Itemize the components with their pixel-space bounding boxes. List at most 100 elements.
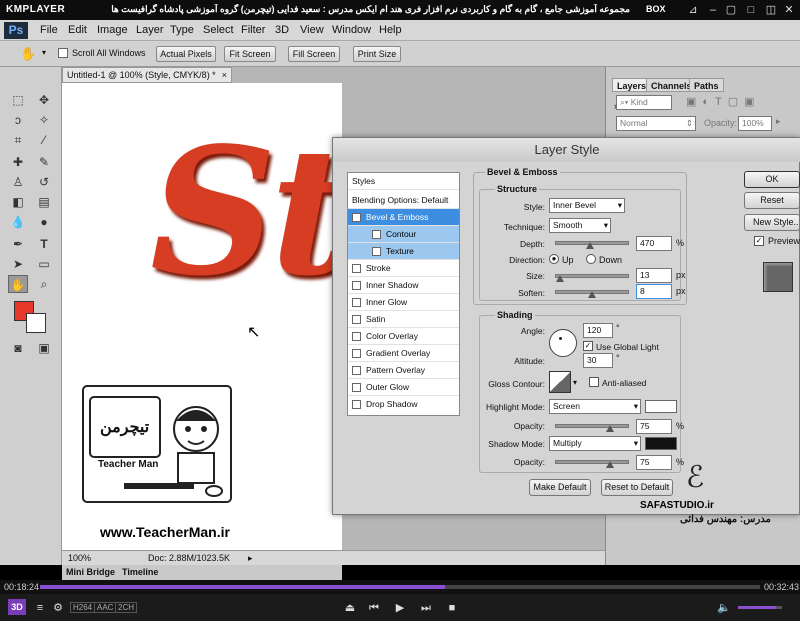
slider-handle[interactable] [555, 275, 564, 282]
healing-brush-icon[interactable]: ✚ [8, 153, 28, 171]
tab-paths[interactable]: Paths [689, 78, 724, 92]
soften-field[interactable]: 8 [636, 284, 672, 299]
previous-icon[interactable]: ⏮ [366, 601, 382, 615]
style-item-color-overlay[interactable]: Color Overlay [348, 328, 459, 345]
history-brush-icon[interactable]: ↺ [34, 173, 54, 191]
style-item-texture[interactable]: Texture [348, 243, 459, 260]
box-button[interactable]: BOX [646, 4, 666, 14]
style-item-pattern-overlay[interactable]: Pattern Overlay [348, 362, 459, 379]
global-light-checkbox[interactable]: ✓ [583, 341, 593, 351]
kind-filter-dropdown[interactable]: ⌕▾ Kind [616, 95, 672, 110]
checkbox-icon[interactable] [352, 383, 361, 392]
document-tab[interactable]: Untitled-1 @ 100% (Style, CMYK/8) * × [62, 67, 232, 83]
highlight-color-swatch[interactable] [645, 400, 677, 413]
move-tool-icon[interactable]: ✥ [34, 91, 54, 109]
style-item-satin[interactable]: Satin [348, 311, 459, 328]
checkbox-icon[interactable] [352, 281, 361, 290]
shadow-opacity-field[interactable]: 75 [636, 455, 672, 470]
checkbox-icon[interactable] [372, 247, 381, 256]
altitude-field[interactable]: 30 [583, 353, 613, 368]
maximize-icon[interactable]: □ [744, 3, 758, 17]
actual-pixels-button[interactable]: Actual Pixels [156, 46, 216, 62]
stop-icon[interactable]: ■ [444, 601, 460, 615]
checkbox-icon[interactable] [372, 230, 381, 239]
style-item-stroke[interactable]: Stroke [348, 260, 459, 277]
depth-field[interactable]: 470 [636, 236, 672, 251]
layer-opacity-arrow-icon[interactable]: ▸ [776, 116, 781, 127]
menu-window[interactable]: Window [332, 24, 371, 36]
tool-preset-dropdown-icon[interactable]: ▾ [42, 48, 46, 57]
checkbox-icon[interactable] [352, 264, 361, 273]
soften-slider[interactable] [555, 290, 629, 298]
blend-mode-dropdown[interactable]: Normal ⇕ [616, 116, 696, 131]
brush-tool-icon[interactable]: ✎ [34, 153, 54, 171]
dodge-tool-icon[interactable]: ● [34, 213, 54, 231]
settings-icon[interactable]: ⚙ [50, 601, 66, 615]
new-style-button[interactable]: New Style... [744, 214, 800, 231]
next-icon[interactable]: ⏭ [418, 601, 434, 615]
style-item-drop-shadow[interactable]: Drop Shadow [348, 396, 459, 413]
checkbox-icon[interactable] [352, 366, 361, 375]
menu-filter[interactable]: Filter [241, 24, 265, 36]
reset-to-default-button[interactable]: Reset to Default [601, 479, 673, 496]
pin-icon[interactable]: ⊿ [686, 3, 700, 17]
angle-dial[interactable] [549, 329, 577, 357]
gradient-tool-icon[interactable]: ▤ [34, 193, 54, 211]
volume-icon[interactable]: 🔈 [716, 601, 732, 615]
style-item-gradient-overlay[interactable]: Gradient Overlay [348, 345, 459, 362]
screen-mode-icon[interactable]: ▣ [34, 339, 54, 357]
menu-select[interactable]: Select [203, 24, 234, 36]
checkbox-icon[interactable] [352, 349, 361, 358]
shape-tool-icon[interactable]: ▭ [34, 255, 54, 273]
pen-tool-icon[interactable]: ✒ [8, 235, 28, 253]
styles-header[interactable]: Styles [348, 173, 459, 190]
play-icon[interactable]: ▶ [392, 601, 408, 615]
menu-view[interactable]: View [300, 24, 324, 36]
menu-layer[interactable]: Layer [136, 24, 164, 36]
slider-handle[interactable] [606, 425, 614, 432]
style-item-contour[interactable]: Contour [348, 226, 459, 243]
checkbox-icon[interactable] [352, 400, 361, 409]
scroll-all-checkbox[interactable] [58, 48, 68, 58]
blur-tool-icon[interactable]: 💧 [8, 213, 28, 231]
checkbox-checked-icon[interactable]: ✓ [352, 213, 361, 222]
seek-bar[interactable] [40, 585, 760, 589]
slider-handle[interactable] [588, 291, 596, 298]
path-selection-icon[interactable]: ➤ [8, 255, 28, 273]
highlight-opacity-slider[interactable] [555, 424, 629, 432]
eyedropper-tool-icon[interactable]: ⁄ [34, 131, 54, 149]
tab-timeline[interactable]: Timeline [122, 567, 158, 577]
menu-file[interactable]: File [40, 24, 58, 36]
slider-handle[interactable] [585, 242, 594, 249]
background-color-swatch[interactable] [26, 313, 46, 333]
bevel-style-select[interactable]: Inner Bevel ▾ [549, 198, 625, 213]
status-arrow-icon[interactable]: ▸ [248, 553, 253, 564]
menu-image[interactable]: Image [97, 24, 128, 36]
menu-type[interactable]: Type [170, 24, 194, 36]
eraser-tool-icon[interactable]: ◧ [8, 193, 28, 211]
chevron-down-icon[interactable]: ▾ [573, 378, 577, 387]
shadow-mode-select[interactable]: Multiply ▾ [549, 436, 641, 451]
minimize-icon[interactable]: – [706, 3, 720, 17]
clone-stamp-icon[interactable]: ♙ [8, 173, 28, 191]
ok-button[interactable]: OK [744, 171, 800, 188]
layer-opacity-field[interactable]: 100% [738, 116, 772, 131]
style-item-outer-glow[interactable]: Outer Glow [348, 379, 459, 396]
close-tab-icon[interactable]: × [222, 68, 227, 82]
direction-down-radio[interactable] [586, 254, 596, 264]
size-field[interactable]: 13 [636, 268, 672, 283]
checkbox-icon[interactable] [352, 298, 361, 307]
size-slider[interactable] [555, 274, 629, 282]
direction-up-radio[interactable]: ● [549, 254, 559, 264]
crop-tool-icon[interactable]: ⌗ [8, 131, 28, 149]
reset-button[interactable]: Reset [744, 192, 800, 209]
zoom-level[interactable]: 100% [68, 553, 91, 563]
fullscreen-icon[interactable]: ◫ [764, 3, 778, 17]
lasso-tool-icon[interactable]: ↄ [8, 111, 28, 129]
highlight-opacity-field[interactable]: 75 [636, 419, 672, 434]
layer-filter-icons[interactable]: ▣◐T▢▣ [686, 95, 761, 108]
window-icon[interactable]: ▢ [724, 3, 738, 17]
menu-3d[interactable]: 3D [275, 24, 289, 36]
blending-options-item[interactable]: Blending Options: Default [348, 192, 459, 209]
hand-tool-icon[interactable]: ✋ [20, 46, 36, 62]
